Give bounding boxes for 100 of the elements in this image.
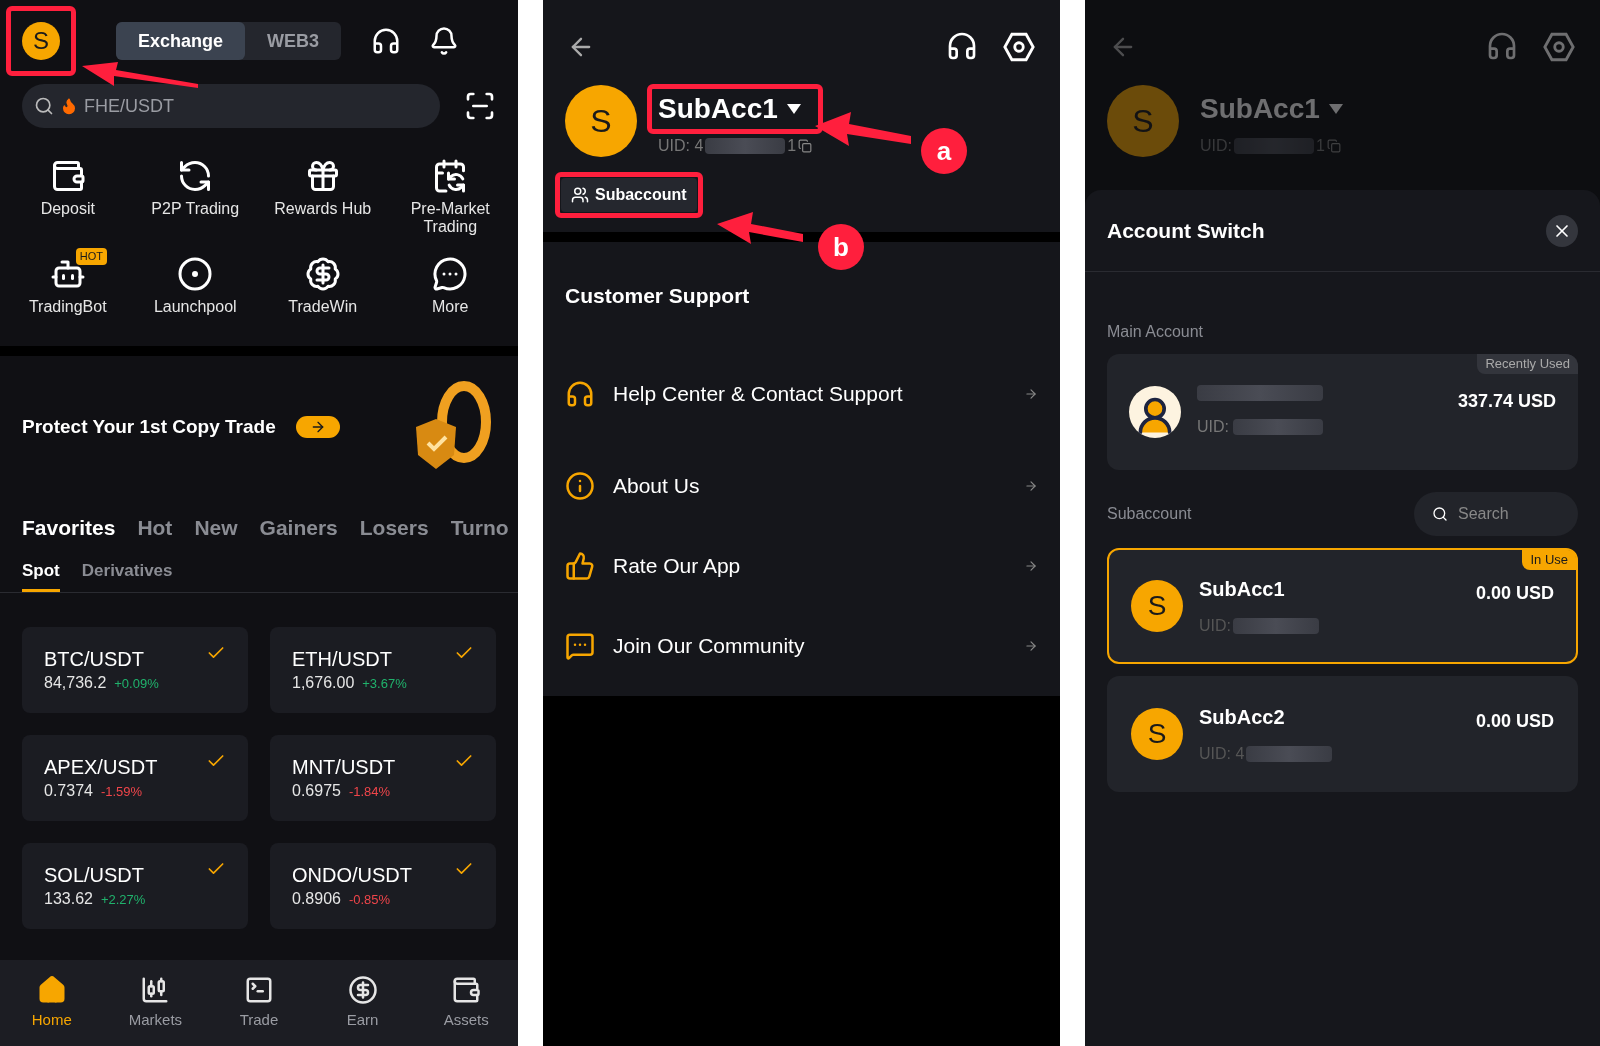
scan-icon[interactable] bbox=[464, 90, 496, 122]
market-tab[interactable]: Hot bbox=[137, 512, 173, 544]
pair-change: +0.09% bbox=[114, 675, 159, 693]
banner-text: Protect Your 1st Copy Trade bbox=[22, 414, 276, 439]
pair-change: -1.84% bbox=[348, 783, 391, 801]
menu-item[interactable]: Join Our Community bbox=[543, 605, 1060, 686]
pair-price: 84,736.2 bbox=[44, 673, 107, 693]
menu-label: Join Our Community bbox=[613, 632, 806, 659]
search-input[interactable]: Search bbox=[1458, 502, 1558, 526]
caret-icon[interactable] bbox=[785, 103, 802, 115]
thumbs-up-icon bbox=[565, 550, 595, 581]
avatar: S bbox=[565, 85, 637, 157]
uid-label: UID: 4 bbox=[658, 136, 704, 156]
search-field[interactable]: FHE/USDT bbox=[22, 84, 440, 128]
menu-item[interactable]: About Us bbox=[543, 445, 1060, 526]
nav-tab[interactable]: Trade bbox=[207, 960, 311, 1046]
pair-change: +2.27% bbox=[100, 891, 146, 909]
market-tab[interactable]: Favorites bbox=[22, 512, 116, 544]
pair-card[interactable]: ONDO/USDT 0.8906 -0.85% bbox=[270, 843, 496, 929]
menu-label: About Us bbox=[613, 472, 701, 499]
sub-tab[interactable]: Spot bbox=[22, 557, 60, 592]
sub-tab[interactable]: Derivatives bbox=[81, 557, 173, 592]
avatar: S bbox=[1131, 708, 1183, 760]
flame-icon bbox=[60, 97, 78, 115]
settings-icon[interactable] bbox=[1002, 30, 1036, 64]
dollar-badge-icon[interactable] bbox=[304, 256, 341, 292]
search-icon bbox=[1432, 506, 1448, 522]
pair-name: BTC/USDT bbox=[44, 647, 144, 671]
chat-bubble-icon[interactable] bbox=[432, 256, 469, 292]
close-button[interactable] bbox=[1546, 214, 1578, 247]
in-use-badge: In Use bbox=[1522, 550, 1576, 570]
market-tab[interactable]: New bbox=[194, 512, 238, 544]
uid-label: UID: bbox=[1197, 417, 1229, 437]
search-icon bbox=[34, 96, 54, 116]
subaccount-name: SubAcc2 bbox=[1199, 705, 1286, 730]
search-field[interactable]: Search bbox=[1414, 492, 1578, 536]
avatar: S bbox=[1131, 580, 1183, 632]
arrow-pill[interactable] bbox=[295, 416, 340, 438]
pair-change: -1.59% bbox=[100, 783, 143, 801]
pair-card[interactable]: BTC/USDT 84,736.2 +0.09% bbox=[22, 627, 248, 713]
account-card[interactable]: Recently Used UID: 337.74 USD bbox=[1107, 354, 1578, 470]
market-tab[interactable]: Turno bbox=[450, 512, 509, 544]
menu-item[interactable]: Rate Our App bbox=[543, 525, 1060, 606]
nav-tab[interactable]: Assets bbox=[414, 960, 518, 1046]
action-label[interactable]: TradingBot bbox=[12, 298, 123, 316]
account-name[interactable]: SubAcc1 bbox=[658, 93, 778, 125]
subaccount-button[interactable]: Subaccount bbox=[561, 178, 697, 212]
pair-name: ETH/USDT bbox=[292, 647, 392, 671]
menu-label: Rate Our App bbox=[613, 552, 742, 579]
account-name[interactable]: SubAcc1 bbox=[1200, 93, 1320, 125]
action-label[interactable]: Pre-Market Trading bbox=[395, 200, 506, 236]
nav-tab[interactable]: Markets bbox=[103, 960, 208, 1046]
avatar: S bbox=[1107, 85, 1179, 157]
market-tab[interactable]: Losers bbox=[359, 512, 429, 544]
pair-price: 0.6975 bbox=[292, 781, 341, 801]
hot-badge: HOT bbox=[75, 248, 107, 265]
search-input[interactable]: FHE/USDT bbox=[84, 92, 180, 120]
action-label[interactable]: Launchpool bbox=[140, 298, 251, 316]
action-label[interactable]: Deposit bbox=[12, 200, 123, 218]
action-label[interactable]: More bbox=[395, 298, 506, 316]
account-balance: 0.00 USD bbox=[1475, 710, 1554, 733]
nav-tab[interactable]: Home bbox=[0, 960, 104, 1046]
menu-label: Help Center & Contact Support bbox=[613, 380, 904, 407]
menu-item[interactable]: Help Center & Contact Support bbox=[543, 341, 1060, 446]
user-avatar bbox=[1129, 386, 1181, 438]
pair-change: -0.85% bbox=[348, 891, 391, 909]
info-icon bbox=[565, 470, 595, 501]
target-icon[interactable] bbox=[177, 256, 214, 292]
headset-icon[interactable] bbox=[371, 26, 402, 56]
pair-price: 0.7374 bbox=[44, 781, 93, 801]
action-label[interactable]: P2P Trading bbox=[140, 200, 251, 218]
pair-name: ONDO/USDT bbox=[292, 863, 412, 887]
pair-change: +3.67% bbox=[362, 675, 407, 693]
section-label: Main Account bbox=[1106, 322, 1205, 342]
coin-icon bbox=[347, 974, 378, 1005]
uid-suffix: 1 bbox=[787, 136, 797, 156]
pair-name: APEX/USDT bbox=[44, 755, 158, 779]
account-balance: 337.74 USD bbox=[1457, 390, 1556, 413]
account-balance: 0.00 USD bbox=[1475, 582, 1554, 605]
recently-used-badge: Recently Used bbox=[1477, 354, 1578, 374]
headset-icon[interactable] bbox=[946, 30, 978, 62]
pair-price: 1,676.00 bbox=[292, 673, 355, 693]
pair-card[interactable]: MNT/USDT 0.6975 -1.84% bbox=[270, 735, 496, 821]
home-icon bbox=[36, 974, 67, 1005]
action-label[interactable]: TradeWin bbox=[267, 298, 378, 316]
nav-tab[interactable]: Earn bbox=[310, 960, 415, 1046]
mode-tab[interactable]: Exchange bbox=[116, 22, 246, 60]
action-label[interactable]: Rewards Hub bbox=[267, 200, 378, 218]
pair-card[interactable]: APEX/USDT 0.7374 -1.59% bbox=[22, 735, 248, 821]
section-label: Subaccount bbox=[1107, 504, 1192, 524]
pair-name: SOL/USDT bbox=[44, 863, 145, 887]
mode-tab[interactable]: WEB3 bbox=[245, 22, 342, 60]
pair-card[interactable]: ETH/USDT 1,676.00 +3.67% bbox=[270, 627, 496, 713]
copy-icon[interactable] bbox=[798, 139, 813, 153]
pair-price: 133.62 bbox=[44, 889, 93, 909]
users-icon bbox=[571, 186, 589, 204]
avatar: S bbox=[22, 22, 60, 60]
pair-card[interactable]: SOL/USDT 133.62 +2.27% bbox=[22, 843, 248, 929]
pair-price: 0.8906 bbox=[292, 889, 341, 909]
market-tab[interactable]: Gainers bbox=[259, 512, 338, 544]
